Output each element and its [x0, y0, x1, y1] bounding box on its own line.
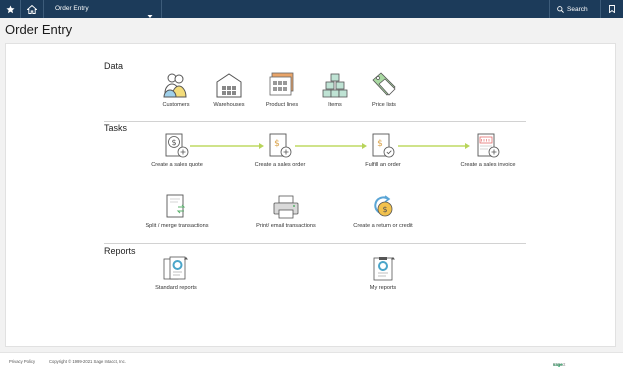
copyright-text: Copyright © 1999-2021 Sage Intacct, Inc.: [49, 359, 126, 364]
task-create-sales-invoice[interactable]: Create a sales invoice: [450, 133, 526, 169]
standard-reports-icon: [163, 256, 188, 280]
chevron-down-icon[interactable]: [147, 6, 153, 24]
return-credit-icon: $: [374, 195, 393, 217]
items-icon: [322, 73, 348, 98]
task-create-sales-quote[interactable]: $ Create a sales quote: [139, 133, 215, 169]
section-title-data: Data: [104, 61, 124, 71]
split-merge-icon: [166, 194, 186, 218]
top-navigation-bar: Order Entry Search: [0, 0, 623, 18]
my-reports-icon: [373, 257, 395, 281]
task-create-return-credit[interactable]: $ Create a return or credit: [345, 194, 421, 230]
search-button[interactable]: Search: [557, 0, 588, 18]
svg-text:$: $: [382, 205, 387, 214]
customers-icon: [163, 73, 187, 98]
home-icon[interactable]: [21, 0, 43, 18]
task-fulfill-order[interactable]: $ Fulfill an order: [345, 133, 421, 169]
svg-text:$: $: [171, 138, 176, 147]
svg-text:$: $: [377, 139, 383, 149]
data-item-price-lists[interactable]: Price lists: [346, 71, 422, 109]
bookmark-icon[interactable]: [601, 0, 623, 18]
footer: Privacy Policy Copyright © 1999-2021 Sag…: [0, 352, 623, 371]
section-title-tasks: Tasks: [104, 123, 128, 133]
app-switcher-label[interactable]: Order Entry: [55, 0, 89, 18]
report-standard-reports[interactable]: Standard reports: [138, 256, 214, 292]
warehouse-icon: [216, 73, 242, 98]
section-divider: [104, 243, 526, 244]
task-print-email-transactions[interactable]: Print/ email transactions: [248, 194, 324, 230]
star-icon[interactable]: [0, 0, 20, 18]
printer-icon: [273, 195, 299, 219]
sales-quote-icon: $: [165, 133, 189, 158]
section-divider: [104, 121, 526, 122]
price-tag-icon: [372, 72, 396, 96]
svg-text:$: $: [274, 139, 280, 149]
product-lines-icon: [269, 72, 294, 96]
section-title-reports: Reports: [104, 246, 136, 256]
fulfill-order-icon: $: [372, 133, 395, 158]
task-create-sales-order[interactable]: $ Create a sales order: [242, 133, 318, 169]
privacy-policy-link[interactable]: Privacy Policy: [9, 359, 35, 364]
report-my-reports[interactable]: My reports: [345, 256, 421, 292]
task-split-merge-transactions[interactable]: Split / merge transactions: [139, 194, 215, 230]
page-title: Order Entry: [5, 22, 73, 37]
content-card: Data Customers Warehouses Product lines: [5, 43, 616, 347]
sales-order-icon: $: [269, 133, 292, 158]
sales-invoice-icon: [477, 133, 500, 158]
search-icon: [557, 5, 564, 13]
search-label: Search: [567, 5, 588, 13]
